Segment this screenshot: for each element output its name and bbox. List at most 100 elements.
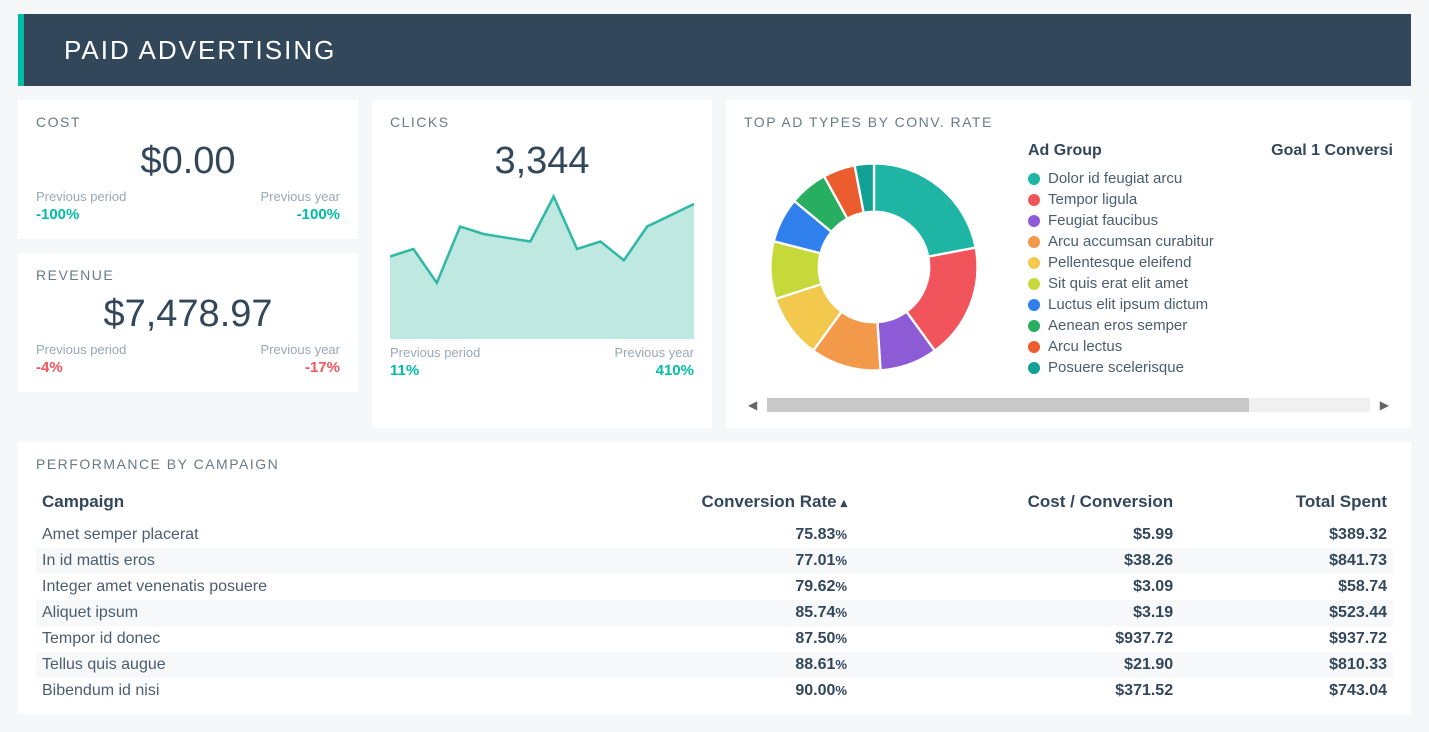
- legend-dot-icon: [1028, 173, 1040, 185]
- table-row[interactable]: Tellus quis augue 88.61%$21.90$810.33: [36, 652, 1393, 678]
- table-row[interactable]: In id mattis eros 77.01%$38.26$841.73: [36, 548, 1393, 574]
- campaign-name: Aliquet ipsum: [42, 604, 138, 621]
- section-header: PAID ADVERTISING: [18, 14, 1411, 86]
- total-spent: $58.74: [1179, 574, 1393, 600]
- section-title: PAID ADVERTISING: [64, 35, 336, 66]
- revenue-prev-period-value: -4%: [36, 359, 126, 376]
- legend-dot-icon: [1028, 341, 1040, 353]
- total-spent: $937.72: [1179, 626, 1393, 652]
- sort-asc-icon: ▴: [841, 495, 848, 510]
- total-spent: $523.44: [1179, 600, 1393, 626]
- legend-item[interactable]: Tempor ligula: [1028, 189, 1393, 210]
- clicks-prev-year-value: 410%: [615, 362, 694, 379]
- scroll-track[interactable]: [767, 398, 1370, 412]
- clicks-prev-period-label: Previous period: [390, 345, 480, 360]
- conversion-rate: 77.01%: [527, 548, 853, 574]
- table-row[interactable]: Amet semper placerat 75.83%$5.99$389.32: [36, 522, 1393, 548]
- total-spent: $841.73: [1179, 548, 1393, 574]
- cost-per-conversion: $5.99: [853, 522, 1179, 548]
- legend-label: Pellentesque eleifend: [1048, 254, 1191, 271]
- legend-item[interactable]: Aenean eros semper: [1028, 315, 1393, 336]
- table-row[interactable]: Tempor id donec87.50%$937.72$937.72: [36, 626, 1393, 652]
- cost-per-conversion: $21.90: [853, 652, 1179, 678]
- legend-dot-icon: [1028, 257, 1040, 269]
- adtypes-card: TOP AD TYPES BY CONV. RATE Ad Group Goal…: [726, 100, 1411, 428]
- legend-label: Arcu accumsan curabitur: [1048, 233, 1214, 250]
- clicks-card: CLICKS 3,344 Previous period 11% Previou…: [372, 100, 712, 428]
- total-spent: $810.33: [1179, 652, 1393, 678]
- revenue-prev-year-value: -17%: [261, 359, 340, 376]
- clicks-sparkline: [390, 189, 694, 339]
- campaign-name: Tempor id donec: [42, 630, 160, 647]
- cost-per-conversion: $371.52: [853, 678, 1179, 704]
- legend-item[interactable]: Pellentesque eleifend: [1028, 252, 1393, 273]
- table-row[interactable]: Integer amet venenatis posuere79.62%$3.0…: [36, 574, 1393, 600]
- cost-per-conversion: $3.19: [853, 600, 1179, 626]
- conversion-rate: 85.74%: [527, 600, 853, 626]
- conversion-rate: 79.62%: [527, 574, 853, 600]
- campaign-name: In id mattis eros: [42, 552, 155, 569]
- campaign-name: Bibendum id nisi: [42, 682, 159, 699]
- legend-dot-icon: [1028, 362, 1040, 374]
- campaign-table: Campaign Conversion Rate▴ Cost / Convers…: [36, 486, 1393, 704]
- legend-item[interactable]: Sit quis erat elit amet: [1028, 273, 1393, 294]
- legend-label: Tempor ligula: [1048, 191, 1137, 208]
- legend-dot-icon: [1028, 278, 1040, 290]
- revenue-prev-period-label: Previous period: [36, 342, 126, 357]
- cost-prev-period-label: Previous period: [36, 189, 126, 204]
- legend-item[interactable]: Dolor id feugiat arcu: [1028, 168, 1393, 189]
- legend-label: Feugiat faucibus: [1048, 212, 1158, 229]
- table-row[interactable]: Aliquet ipsum 85.74%$3.19$523.44: [36, 600, 1393, 626]
- col-cost-per-conversion[interactable]: Cost / Conversion: [853, 486, 1179, 522]
- legend-label: Dolor id feugiat arcu: [1048, 170, 1182, 187]
- conversion-rate: 87.50%: [527, 626, 853, 652]
- conversion-rate: 88.61%: [527, 652, 853, 678]
- col-campaign[interactable]: Campaign: [36, 486, 527, 522]
- total-spent: $389.32: [1179, 522, 1393, 548]
- adtypes-legend: Ad Group Goal 1 Conversi Dolor id feugia…: [1028, 142, 1393, 378]
- legend-dot-icon: [1028, 236, 1040, 248]
- cost-card: COST $0.00 Previous period -100% Previou…: [18, 100, 358, 239]
- campaign-name: Tellus quis augue: [42, 656, 166, 673]
- legend-label: Luctus elit ipsum dictum: [1048, 296, 1208, 313]
- adtypes-label: TOP AD TYPES BY CONV. RATE: [744, 114, 1393, 130]
- table-row[interactable]: Bibendum id nisi90.00%$371.52$743.04: [36, 678, 1393, 704]
- cost-prev-period-value: -100%: [36, 206, 126, 223]
- legend-item[interactable]: Luctus elit ipsum dictum: [1028, 294, 1393, 315]
- legend-dot-icon: [1028, 299, 1040, 311]
- col-conversion-rate[interactable]: Conversion Rate▴: [527, 486, 853, 522]
- cost-per-conversion: $937.72: [853, 626, 1179, 652]
- total-spent: $743.04: [1179, 678, 1393, 704]
- legend-item[interactable]: Arcu accumsan curabitur: [1028, 231, 1393, 252]
- clicks-label: CLICKS: [390, 114, 694, 130]
- cost-prev-year-label: Previous year: [261, 189, 340, 204]
- campaign-label: PERFORMANCE BY CAMPAIGN: [36, 456, 1393, 472]
- revenue-value: $7,478.97: [36, 293, 340, 336]
- legend-dot-icon: [1028, 320, 1040, 332]
- clicks-prev-period-value: 11%: [390, 362, 480, 379]
- clicks-prev-year-label: Previous year: [615, 345, 694, 360]
- scroll-thumb[interactable]: [767, 398, 1249, 412]
- legend-dot-icon: [1028, 194, 1040, 206]
- cost-per-conversion: $38.26: [853, 548, 1179, 574]
- legend-dot-icon: [1028, 215, 1040, 227]
- conversion-rate: 75.83%: [527, 522, 853, 548]
- legend-label: Arcu lectus: [1048, 338, 1122, 355]
- legend-item[interactable]: Arcu lectus: [1028, 336, 1393, 357]
- scroll-right-icon[interactable]: ▶: [1376, 398, 1393, 412]
- adtypes-col-metric: Goal 1 Conversi: [1271, 142, 1393, 160]
- cost-value: $0.00: [36, 140, 340, 183]
- scroll-left-icon[interactable]: ◀: [744, 398, 761, 412]
- col-total-spent[interactable]: Total Spent: [1179, 486, 1393, 522]
- adtypes-donut: [744, 142, 1004, 392]
- legend-label: Aenean eros semper: [1048, 317, 1187, 334]
- revenue-card: REVENUE $7,478.97 Previous period -4% Pr…: [18, 253, 358, 392]
- campaign-name: Amet semper placerat: [42, 526, 199, 543]
- legend-item[interactable]: Posuere scelerisque: [1028, 357, 1393, 378]
- campaign-name: Integer amet venenatis posuere: [42, 578, 267, 595]
- adtypes-scrollbar[interactable]: ◀ ▶: [744, 398, 1393, 412]
- revenue-label: REVENUE: [36, 267, 340, 283]
- legend-item[interactable]: Feugiat faucibus: [1028, 210, 1393, 231]
- cost-label: COST: [36, 114, 340, 130]
- revenue-prev-year-label: Previous year: [261, 342, 340, 357]
